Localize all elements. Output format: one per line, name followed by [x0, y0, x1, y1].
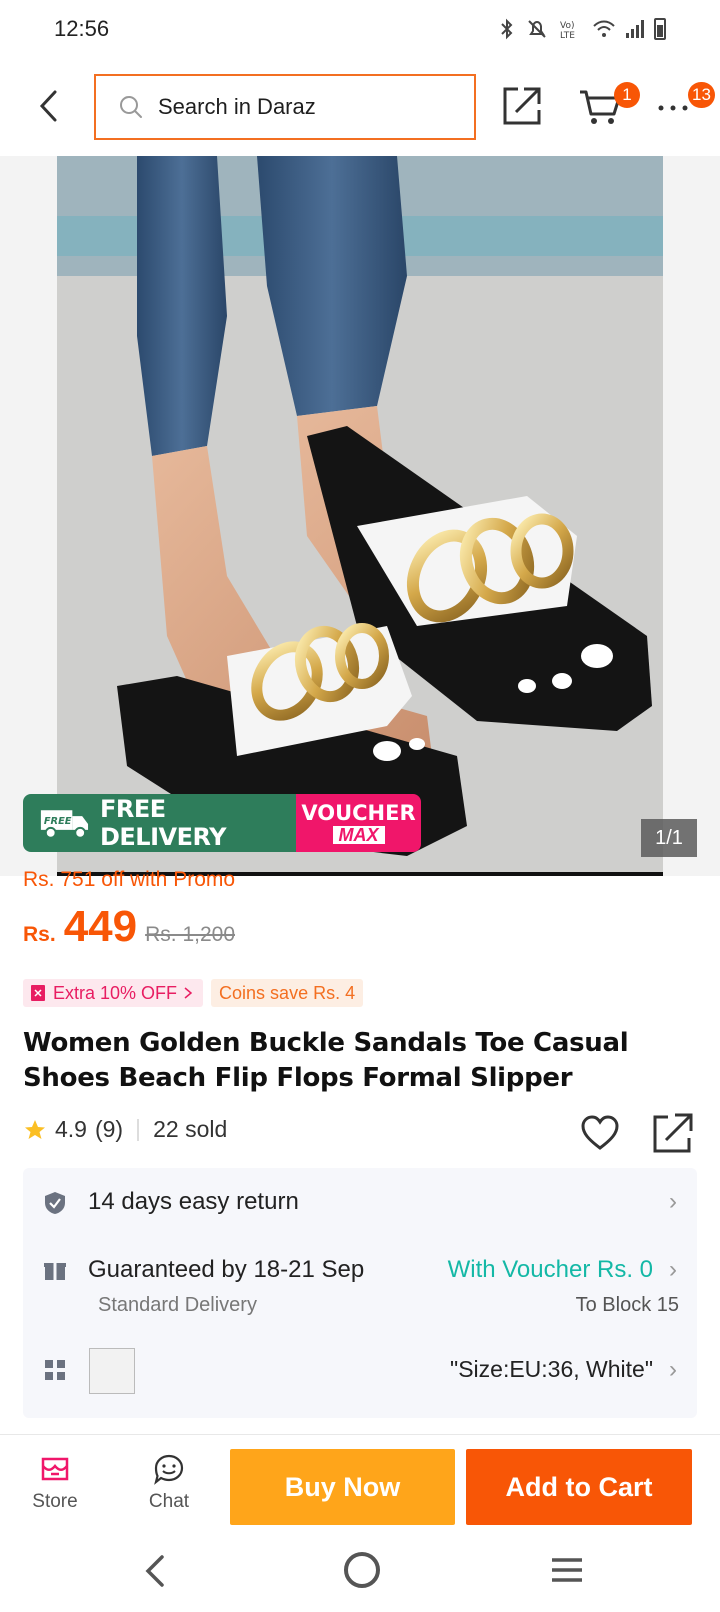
product-share-button[interactable] [652, 1110, 694, 1154]
notification-badge: 13 [688, 82, 715, 108]
chat-label: Chat [148, 1491, 190, 1512]
product-title: Women Golden Buckle Sandals Toe Casual S… [23, 1028, 629, 1093]
gift-box-icon [44, 1263, 66, 1280]
star-icon [25, 1119, 45, 1139]
signal-icon [626, 20, 644, 38]
system-nav-bar [0, 1534, 720, 1612]
battery-icon [654, 18, 666, 40]
cart-count-badge: 1 [614, 82, 640, 108]
search-icon [120, 96, 142, 118]
share-button[interactable] [502, 84, 542, 126]
truck-free-label: FREE [44, 816, 72, 827]
share-icon [653, 1113, 693, 1153]
status-bar: 12:56 Vo) LTE [0, 0, 720, 58]
promo-discount-text: Rs. 751 off with Promo [23, 868, 236, 891]
back-button[interactable] [30, 86, 66, 126]
delivery-location-text: To Block 15 [575, 1294, 679, 1316]
variant-row[interactable]: "Size:EU:36, White" › [23, 1328, 697, 1418]
review-count: (9) [94, 1116, 124, 1142]
return-policy-row[interactable]: 14 days easy return › [23, 1168, 697, 1238]
shield-check-icon [45, 1192, 65, 1214]
svg-text:LTE: LTE [560, 31, 575, 40]
divider [137, 1118, 140, 1141]
rating-value: 4.9 [55, 1116, 87, 1142]
selected-variant-text: "Size:EU:36, White" [450, 1356, 653, 1382]
rating-row[interactable]: 4.9 (9) 22 sold [23, 1116, 227, 1143]
chevron-left-icon [39, 90, 57, 122]
chevron-right-icon: › [669, 1256, 677, 1283]
delivery-guarantee-text: Guaranteed by 18-21 Sep [88, 1256, 365, 1283]
coupon-icon [31, 985, 45, 1001]
promo-banner: FREE FREE DELIVERY VOUCHER MAX [23, 794, 421, 852]
voucher-delivery-text: With Voucher Rs. 0 [447, 1256, 653, 1283]
bottom-action-bar: Store Chat Buy Now Add to Cart [0, 1434, 720, 1534]
store-label: Store [32, 1491, 78, 1512]
header: Search in Daraz 1 13 [0, 58, 720, 156]
buy-now-button[interactable]: Buy Now [230, 1449, 455, 1525]
menu-lines-icon [552, 1558, 582, 1582]
system-recents-button[interactable] [550, 1554, 584, 1586]
image-counter: 1/1 [641, 819, 697, 857]
extra-off-label: Extra 10% OFF [53, 982, 178, 1003]
return-policy-text: 14 days easy return [88, 1188, 299, 1215]
product-image[interactable] [57, 156, 663, 876]
system-home-button[interactable] [344, 1552, 380, 1588]
delivery-type-text: Standard Delivery [98, 1294, 257, 1316]
info-card: 14 days easy return › Guaranteed by 18-2… [23, 1168, 697, 1418]
store-button[interactable]: Store [22, 1453, 88, 1525]
chevron-right-icon [184, 987, 193, 999]
product-gallery[interactable]: FREE FREE DELIVERY VOUCHER MAX 1/1 [0, 156, 720, 876]
system-back-button[interactable] [138, 1552, 172, 1590]
bluetooth-icon [501, 18, 513, 40]
sandals-illustration [57, 156, 663, 876]
share-icon [503, 87, 541, 125]
price-row: Rs. 449 Rs. 1,200 [23, 902, 235, 952]
svg-text:Vo): Vo) [560, 21, 574, 31]
chevron-right-icon: › [669, 1356, 677, 1383]
search-input[interactable]: Search in Daraz [94, 74, 476, 140]
delivery-truck-icon: FREE [40, 810, 89, 839]
voucher-max-label: MAX [332, 825, 385, 844]
original-price: Rs. 1,200 [145, 923, 235, 946]
extra-off-tag[interactable]: Extra 10% OFF [23, 979, 204, 1007]
variant-grid-icon [45, 1360, 65, 1380]
wifi-icon [593, 20, 615, 37]
free-delivery-label: FREE DELIVERY [99, 795, 227, 851]
mute-icon [528, 20, 546, 38]
chevron-left-icon [145, 1555, 164, 1587]
chat-icon [154, 1454, 184, 1485]
status-time: 12:56 [54, 16, 110, 41]
variant-thumbnail[interactable] [89, 1348, 135, 1394]
free-delivery-badge: FREE FREE DELIVERY [23, 794, 296, 852]
search-placeholder: Search in Daraz [158, 94, 316, 119]
more-dots-icon [658, 105, 688, 111]
voucher-max-badge: VOUCHER MAX [296, 794, 421, 852]
delivery-row[interactable]: Guaranteed by 18-21 Sep With Voucher Rs.… [23, 1238, 697, 1328]
price-currency: Rs. [23, 923, 56, 946]
promo-tags: Extra 10% OFF Coins save Rs. 4 [23, 979, 364, 1007]
volte-icon: Vo)LTE [560, 21, 575, 40]
add-to-cart-button[interactable]: Add to Cart [466, 1449, 692, 1525]
chevron-right-icon: › [669, 1188, 677, 1215]
heart-icon [581, 1115, 619, 1150]
price-value: 449 [63, 902, 138, 951]
wishlist-button[interactable] [580, 1114, 620, 1152]
voucher-label: VOUCHER [301, 800, 416, 825]
coins-tag: Coins save Rs. 4 [211, 979, 364, 1007]
sold-count: 22 sold [153, 1116, 228, 1142]
store-icon [41, 1457, 69, 1481]
chat-button[interactable]: Chat [136, 1453, 202, 1525]
more-button[interactable] [656, 94, 690, 118]
status-icons: Vo) LTE [498, 18, 666, 40]
